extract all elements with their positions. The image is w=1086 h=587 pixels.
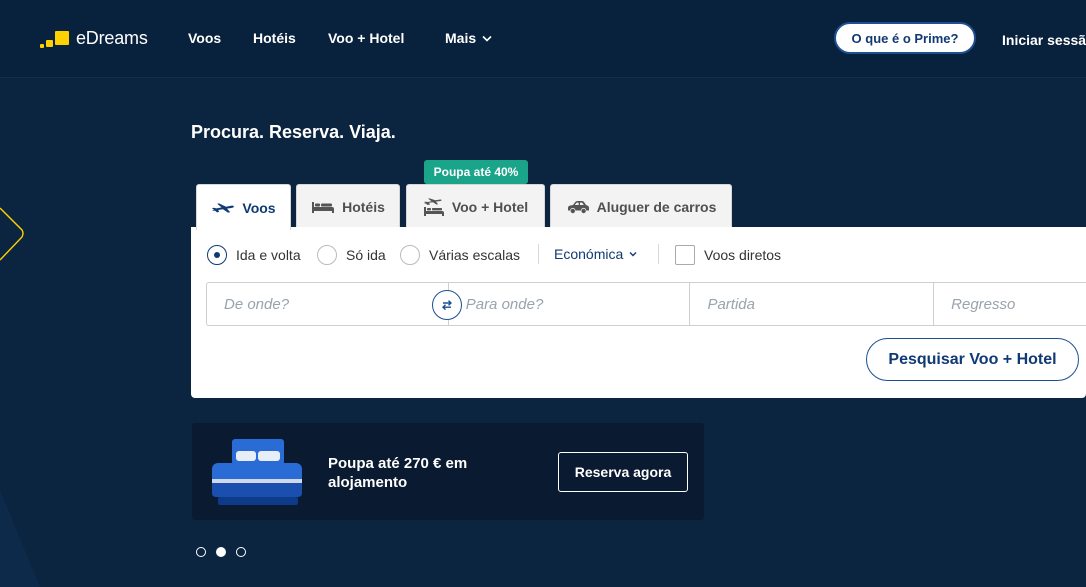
- top-bar: eDreams Voos Hotéis Voo + Hotel Mais O q…: [0, 0, 1086, 78]
- divider: [538, 244, 539, 264]
- search-submit-button[interactable]: Pesquisar Voo + Hotel: [866, 338, 1079, 381]
- departure-field[interactable]: [690, 283, 935, 325]
- cabin-class-value: Económica: [554, 246, 624, 262]
- nav-more-label: Mais: [445, 30, 477, 46]
- trip-type-multi-city-label: Várias escalas: [429, 247, 521, 263]
- trip-type-one-way[interactable]: Só ida: [317, 245, 386, 265]
- discount-badge: Poupa até 40%: [424, 160, 528, 190]
- decorative-shape-icon: [0, 207, 24, 261]
- origin-field[interactable]: [207, 283, 449, 325]
- tab-hotels[interactable]: Hotéis: [296, 184, 400, 228]
- divider: [658, 244, 659, 264]
- brand-logo[interactable]: eDreams: [40, 27, 148, 49]
- promo-text: Poupa até 270 € em alojamento: [328, 455, 468, 491]
- origin-input[interactable]: [224, 295, 448, 313]
- carousel-pagination: [196, 547, 246, 557]
- destination-field[interactable]: [449, 283, 691, 325]
- bed-illustration-icon: [212, 439, 302, 505]
- tab-flight-hotel-label: Voo + Hotel: [451, 198, 529, 215]
- nav-flights[interactable]: Voos: [188, 30, 221, 46]
- plane-hotel-icon: [423, 197, 444, 216]
- swap-icon: [441, 300, 453, 311]
- cabin-class-select[interactable]: Económica: [554, 246, 637, 262]
- radio-indicator: [317, 245, 337, 265]
- swap-locations-button[interactable]: [432, 290, 462, 320]
- promo-banner: Poupa até 270 € em alojamento Reserva ag…: [192, 423, 704, 520]
- plane-icon: [212, 202, 235, 213]
- radio-indicator: [207, 245, 227, 265]
- search-fields: [206, 282, 1086, 326]
- departure-date-input[interactable]: [707, 295, 934, 313]
- tab-hotels-label: Hotéis: [342, 198, 385, 215]
- carousel-dot[interactable]: [196, 547, 206, 557]
- hero-tagline: Procura. Reserva. Viaja.: [191, 122, 396, 142]
- trip-type-round-trip-label: Ida e volta: [236, 247, 301, 263]
- tab-flights-label: Voos: [242, 199, 276, 216]
- search-panel: Ida e volta Só ida Várias escalas Económ…: [191, 227, 1086, 398]
- trip-type-round-trip[interactable]: Ida e volta: [207, 245, 301, 265]
- carousel-dot[interactable]: [236, 547, 246, 557]
- chevron-down-icon: [629, 252, 637, 257]
- nav-more[interactable]: Mais: [445, 30, 492, 46]
- tab-flights[interactable]: Voos: [196, 184, 291, 230]
- destination-input[interactable]: [465, 295, 690, 313]
- chevron-down-icon: [482, 35, 492, 42]
- login-label: Iniciar sessão: [1002, 32, 1086, 48]
- return-date-input[interactable]: [951, 295, 1086, 313]
- direct-flights-checkbox[interactable]: Voos diretos: [675, 245, 781, 265]
- radio-indicator: [400, 245, 420, 265]
- decorative-corner-icon: [0, 490, 40, 587]
- prime-info-button[interactable]: O que é o Prime?: [834, 22, 976, 54]
- edreams-logo-icon: [40, 27, 70, 49]
- car-icon: [567, 200, 589, 213]
- nav-flight-hotel[interactable]: Voo + Hotel: [328, 30, 404, 46]
- checkbox-box: [675, 245, 695, 265]
- direct-flights-label: Voos diretos: [704, 247, 782, 263]
- trip-type-multi-city[interactable]: Várias escalas: [400, 245, 520, 265]
- tab-car-rental[interactable]: Aluguer de carros: [550, 184, 732, 228]
- carousel-dot-active[interactable]: [216, 547, 226, 557]
- trip-type-one-way-label: Só ida: [346, 247, 386, 263]
- tab-car-rental-label: Aluguer de carros: [596, 198, 717, 215]
- promo-cta-button[interactable]: Reserva agora: [558, 452, 688, 492]
- brand-name: eDreams: [76, 27, 148, 48]
- tab-flight-hotel[interactable]: Voo + Hotel: [406, 184, 545, 228]
- bed-icon: [312, 201, 335, 213]
- return-field[interactable]: [934, 283, 1086, 325]
- login-link[interactable]: Iniciar sessão: [994, 32, 1086, 48]
- nav-hotels[interactable]: Hotéis: [253, 30, 296, 46]
